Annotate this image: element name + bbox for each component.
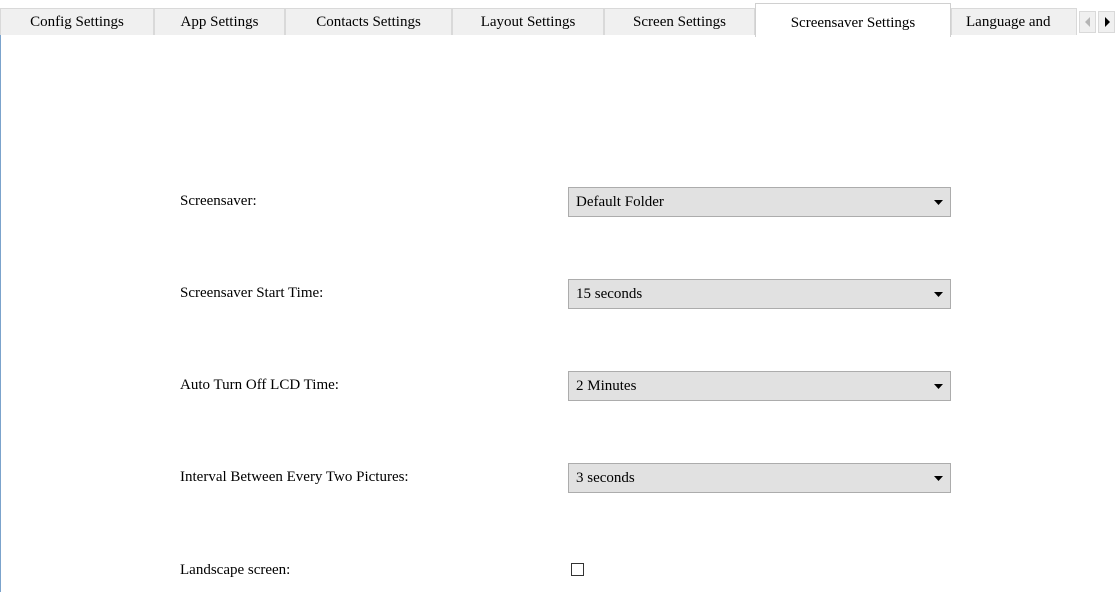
- tab-bar: Config Settings App Settings Contacts Se…: [0, 3, 1120, 37]
- tab-scroll-left-button[interactable]: [1079, 11, 1096, 33]
- picture-interval-select[interactable]: 3 seconds: [568, 463, 951, 493]
- triangle-left-icon: [1084, 17, 1090, 27]
- auto-turn-off-lcd-time-label: Auto Turn Off LCD Time:: [180, 377, 339, 393]
- tab-contacts-settings[interactable]: Contacts Settings: [285, 8, 452, 36]
- tab-language[interactable]: Language and: [951, 8, 1077, 36]
- chevron-down-icon: [934, 384, 943, 389]
- settings-window: Config Settings App Settings Contacts Se…: [0, 0, 1120, 592]
- triangle-right-icon: [1104, 17, 1110, 27]
- screensaver-start-time-select[interactable]: 15 seconds: [568, 279, 951, 309]
- tab-screensaver-settings[interactable]: Screensaver Settings: [755, 3, 951, 37]
- picture-interval-value: 3 seconds: [576, 470, 635, 486]
- landscape-screen-label: Landscape screen:: [180, 562, 291, 578]
- tab-screen-settings[interactable]: Screen Settings: [604, 8, 755, 36]
- chevron-down-icon: [934, 476, 943, 481]
- chevron-down-icon: [934, 200, 943, 205]
- screensaver-start-time-label: Screensaver Start Time:: [180, 285, 324, 301]
- picture-interval-label: Interval Between Every Two Pictures:: [180, 469, 409, 485]
- screensaver-settings-panel: Screensaver: Default Folder Screensaver …: [0, 35, 1120, 592]
- tab-scroll-right-button[interactable]: [1098, 11, 1115, 33]
- auto-turn-off-lcd-time-value: 2 Minutes: [576, 378, 637, 394]
- screensaver-select[interactable]: Default Folder: [568, 187, 951, 217]
- tab-app-settings[interactable]: App Settings: [154, 8, 285, 36]
- screensaver-start-time-value: 15 seconds: [576, 286, 643, 302]
- screensaver-label: Screensaver:: [180, 193, 257, 209]
- screensaver-select-value: Default Folder: [576, 194, 664, 210]
- chevron-down-icon: [934, 292, 943, 297]
- tab-config-settings[interactable]: Config Settings: [0, 8, 154, 36]
- tab-layout-settings[interactable]: Layout Settings: [452, 8, 604, 36]
- landscape-screen-checkbox[interactable]: [571, 563, 584, 576]
- auto-turn-off-lcd-time-select[interactable]: 2 Minutes: [568, 371, 951, 401]
